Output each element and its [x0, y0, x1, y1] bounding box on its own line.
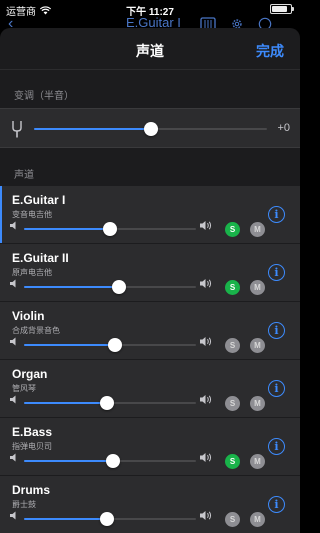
volume-slider-thumb[interactable]: [111, 280, 126, 294]
sheet-header: 声道 完成: [0, 28, 300, 70]
volume-low-icon: [10, 395, 16, 404]
channel-row[interactable]: Violin 合成背景音色 S Mi: [0, 302, 300, 360]
volume-slider-fill: [24, 402, 107, 404]
volume-high-icon: [200, 395, 212, 404]
volume-high-icon: [200, 511, 212, 520]
volume-low-icon: [10, 511, 16, 520]
volume-slider-fill: [24, 460, 114, 462]
volume-high-icon: [200, 337, 212, 346]
volume-slider-fill: [24, 518, 107, 520]
transpose-section-label: 变调（半音）: [14, 91, 74, 102]
volume-slider-fill: [24, 286, 119, 288]
solo-button[interactable]: S: [225, 280, 240, 295]
channel-volume-slider[interactable]: [24, 335, 196, 355]
volume-low-icon: [10, 221, 16, 230]
mute-button[interactable]: M: [250, 512, 265, 527]
channel-name: Drums: [12, 483, 51, 497]
info-icon[interactable]: i: [268, 264, 285, 281]
info-icon[interactable]: i: [268, 496, 285, 513]
volume-slider-thumb[interactable]: [106, 454, 121, 468]
volume-slider-thumb[interactable]: [99, 512, 114, 526]
transpose-slider-fill: [34, 128, 151, 130]
sheet-title: 声道: [136, 43, 164, 59]
channel-volume-slider[interactable]: [24, 393, 196, 413]
volume-high-icon: [200, 453, 212, 462]
channel-row[interactable]: Drums 爵士鼓 S Mi: [0, 476, 300, 533]
channel-row[interactable]: Organ 管风琴 S Mi: [0, 360, 300, 418]
solo-button[interactable]: S: [225, 222, 240, 237]
channel-name: E.Bass: [12, 425, 53, 439]
info-icon[interactable]: i: [268, 206, 285, 223]
channel-name: E.Guitar II: [12, 251, 69, 265]
transpose-slider-thumb[interactable]: [143, 122, 158, 136]
volume-low-icon: [10, 337, 16, 346]
channel-row[interactable]: E.Guitar I 变音电吉他 S Mi: [0, 186, 300, 244]
channel-name: Organ: [12, 367, 48, 381]
channels-sheet: 声道 完成 变调（半音） +0 声道 E.Guitar I 变音电吉他 S Mi E.G…: [0, 28, 300, 533]
done-button[interactable]: 完成: [256, 41, 284, 61]
info-icon[interactable]: i: [268, 380, 285, 397]
mute-button[interactable]: M: [250, 338, 265, 353]
volume-slider-thumb[interactable]: [103, 222, 117, 236]
info-icon[interactable]: i: [268, 322, 285, 339]
volume-low-icon: [10, 279, 16, 288]
channel-volume-slider[interactable]: [24, 219, 196, 239]
channel-volume-slider[interactable]: [24, 277, 196, 297]
volume-slider-thumb[interactable]: [99, 396, 114, 410]
volume-low-icon: [10, 453, 16, 462]
channel-name: Violin: [12, 309, 45, 323]
transpose-slider[interactable]: [34, 119, 267, 139]
volume-slider-fill: [24, 344, 116, 346]
channel-row[interactable]: E.Bass 指弹电贝司 S Mi: [0, 418, 300, 476]
tuning-fork-icon: [12, 121, 22, 138]
channel-list: E.Guitar I 变音电吉他 S Mi E.Guitar II 原声电吉他 S Mi Vio…: [0, 186, 300, 533]
transpose-value: +0: [277, 122, 290, 134]
solo-button[interactable]: S: [225, 512, 240, 527]
channel-volume-slider[interactable]: [24, 509, 196, 529]
channel-volume-slider[interactable]: [24, 451, 196, 471]
info-icon[interactable]: i: [268, 438, 285, 455]
mute-button[interactable]: M: [250, 454, 265, 469]
solo-button[interactable]: S: [225, 454, 240, 469]
volume-slider-thumb[interactable]: [108, 338, 123, 352]
mute-button[interactable]: M: [250, 222, 265, 237]
channel-name: E.Guitar I: [12, 193, 66, 207]
transpose-row: +0: [0, 108, 300, 148]
channels-section-label: 声道: [14, 170, 34, 181]
channel-row[interactable]: E.Guitar II 原声电吉他 S Mi: [0, 244, 300, 302]
volume-high-icon: [200, 279, 212, 288]
solo-button[interactable]: S: [225, 396, 240, 411]
mute-button[interactable]: M: [250, 280, 265, 295]
solo-button[interactable]: S: [225, 338, 240, 353]
volume-high-icon: [200, 221, 212, 230]
mute-button[interactable]: M: [250, 396, 265, 411]
battery-icon: [270, 4, 294, 14]
volume-slider-fill: [24, 228, 110, 230]
